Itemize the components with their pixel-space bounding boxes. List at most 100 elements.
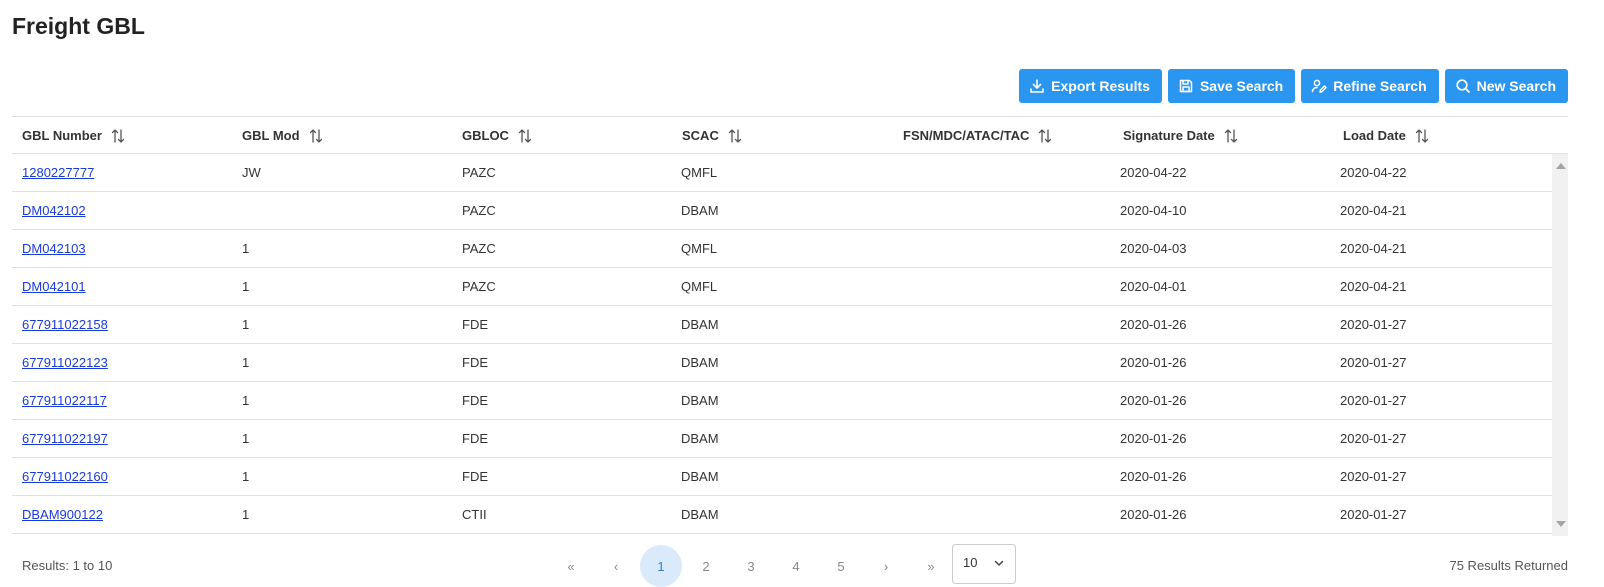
header-gbl-number[interactable]: GBL Number bbox=[22, 117, 126, 154]
toolbar: Export Results Save Search Refine Search… bbox=[1019, 69, 1568, 103]
scac-cell: QMFL bbox=[681, 241, 718, 256]
first-page-button[interactable]: « bbox=[550, 545, 592, 587]
page-size-select[interactable]: 10 bbox=[952, 544, 1016, 584]
page-size-value: 10 bbox=[963, 555, 978, 570]
sort-icon bbox=[517, 128, 533, 144]
table-footer: Results: 1 to 10 « ‹ 1 2 3 4 5 › » 10 75… bbox=[0, 540, 1604, 587]
header-load-date[interactable]: Load Date bbox=[1343, 117, 1430, 154]
signature-date-cell: 2020-04-03 bbox=[1120, 241, 1187, 256]
download-icon bbox=[1029, 78, 1045, 94]
gbl-mod-cell: 1 bbox=[242, 241, 250, 256]
gbl-mod-cell: 1 bbox=[242, 355, 250, 370]
gbl-number-link[interactable]: 677911022158 bbox=[22, 317, 108, 332]
new-search-button[interactable]: New Search bbox=[1444, 69, 1568, 103]
scac-cell: DBAM bbox=[681, 317, 719, 332]
table-row: 677911022197 1 FDE DBAM 2020-01-26 2020-… bbox=[12, 420, 1552, 458]
export-results-button[interactable]: Export Results bbox=[1019, 69, 1162, 103]
gbl-number-link[interactable]: 1280227777 bbox=[22, 165, 94, 180]
signature-date-cell: 2020-04-01 bbox=[1120, 279, 1187, 294]
vertical-scrollbar[interactable] bbox=[1552, 154, 1568, 536]
gbl-number-link[interactable]: 677911022123 bbox=[22, 355, 108, 370]
gbloc-cell: CTII bbox=[462, 507, 487, 522]
table-row: 677911022123 1 FDE DBAM 2020-01-26 2020-… bbox=[12, 344, 1552, 382]
gbloc-cell: PAZC bbox=[462, 241, 496, 256]
refine-search-button[interactable]: Refine Search bbox=[1301, 69, 1439, 103]
table-body: 1280227777 JW PAZC QMFL 2020-04-22 2020-… bbox=[12, 154, 1552, 534]
load-date-cell: 2020-04-21 bbox=[1340, 279, 1407, 294]
table-row: 1280227777 JW PAZC QMFL 2020-04-22 2020-… bbox=[12, 154, 1552, 192]
table-row: 677911022117 1 FDE DBAM 2020-01-26 2020-… bbox=[12, 382, 1552, 420]
gbloc-cell: PAZC bbox=[462, 203, 496, 218]
gbl-number-link[interactable]: 677911022197 bbox=[22, 431, 108, 446]
scac-cell: DBAM bbox=[681, 507, 719, 522]
sort-icon bbox=[727, 128, 743, 144]
gbl-number-link[interactable]: DM042102 bbox=[22, 203, 86, 218]
signature-date-cell: 2020-01-26 bbox=[1120, 317, 1187, 332]
save-search-button[interactable]: Save Search bbox=[1167, 69, 1296, 103]
load-date-cell: 2020-01-27 bbox=[1340, 507, 1407, 522]
page-title: Freight GBL bbox=[12, 13, 145, 39]
header-fsn-mdc-atac-tac[interactable]: FSN/MDC/ATAC/TAC bbox=[903, 117, 1053, 154]
load-date-cell: 2020-04-21 bbox=[1340, 203, 1407, 218]
gbl-mod-cell: 1 bbox=[242, 431, 250, 446]
gbloc-cell: FDE bbox=[462, 469, 488, 484]
gbl-mod-cell: 1 bbox=[242, 317, 250, 332]
gbloc-cell: FDE bbox=[462, 355, 488, 370]
last-page-button[interactable]: » bbox=[910, 545, 952, 587]
scroll-up-arrow-icon[interactable] bbox=[1556, 163, 1566, 169]
sort-icon bbox=[308, 128, 324, 144]
new-search-label: New Search bbox=[1476, 78, 1556, 94]
gbl-number-link[interactable]: 677911022117 bbox=[22, 393, 107, 408]
sort-icon bbox=[110, 128, 126, 144]
header-scac[interactable]: SCAC bbox=[682, 117, 743, 154]
next-page-button[interactable]: › bbox=[865, 545, 907, 587]
scac-cell: DBAM bbox=[681, 393, 719, 408]
gbloc-cell: PAZC bbox=[462, 279, 496, 294]
export-results-label: Export Results bbox=[1051, 78, 1150, 94]
scac-cell: DBAM bbox=[681, 355, 719, 370]
gbl-mod-cell: JW bbox=[242, 165, 261, 180]
scroll-down-arrow-icon[interactable] bbox=[1556, 521, 1566, 527]
gbl-number-link[interactable]: 677911022160 bbox=[22, 469, 108, 484]
load-date-cell: 2020-01-27 bbox=[1340, 355, 1407, 370]
save-icon bbox=[1178, 78, 1194, 94]
gbl-number-link[interactable]: DM042103 bbox=[22, 241, 86, 256]
refine-search-label: Refine Search bbox=[1333, 78, 1427, 94]
page-button-4[interactable]: 4 bbox=[775, 545, 817, 587]
scac-cell: DBAM bbox=[681, 469, 719, 484]
sort-icon bbox=[1223, 128, 1239, 144]
signature-date-cell: 2020-04-10 bbox=[1120, 203, 1187, 218]
gbl-number-link[interactable]: DBAM900122 bbox=[22, 507, 103, 522]
signature-date-cell: 2020-01-26 bbox=[1120, 393, 1187, 408]
chevron-down-icon bbox=[994, 560, 1004, 567]
page-button-3[interactable]: 3 bbox=[730, 545, 772, 587]
gbl-mod-cell: 1 bbox=[242, 279, 250, 294]
results-total: 75 Results Returned bbox=[1449, 558, 1568, 573]
table-row: DM042101 1 PAZC QMFL 2020-04-01 2020-04-… bbox=[12, 268, 1552, 306]
gbloc-cell: FDE bbox=[462, 393, 488, 408]
page-button-1[interactable]: 1 bbox=[640, 545, 682, 587]
gbl-mod-cell: 1 bbox=[242, 469, 250, 484]
results-table: GBL Number GBL Mod GBLOC SCAC FSN/MDC/AT… bbox=[12, 116, 1568, 534]
page-button-2[interactable]: 2 bbox=[685, 545, 727, 587]
header-gbloc[interactable]: GBLOC bbox=[462, 117, 533, 154]
results-range: Results: 1 to 10 bbox=[22, 558, 113, 573]
load-date-cell: 2020-04-22 bbox=[1340, 165, 1407, 180]
table-row: DM042102 PAZC DBAM 2020-04-10 2020-04-21 bbox=[12, 192, 1552, 230]
prev-page-button[interactable]: ‹ bbox=[595, 545, 637, 587]
page-button-5[interactable]: 5 bbox=[820, 545, 862, 587]
load-date-cell: 2020-04-21 bbox=[1340, 241, 1407, 256]
signature-date-cell: 2020-01-26 bbox=[1120, 469, 1187, 484]
signature-date-cell: 2020-01-26 bbox=[1120, 355, 1187, 370]
signature-date-cell: 2020-01-26 bbox=[1120, 507, 1187, 522]
sort-icon bbox=[1037, 128, 1053, 144]
scac-cell: DBAM bbox=[681, 431, 719, 446]
save-search-label: Save Search bbox=[1199, 78, 1284, 94]
sort-icon bbox=[1414, 128, 1430, 144]
header-signature-date[interactable]: Signature Date bbox=[1123, 117, 1239, 154]
user-edit-icon bbox=[1311, 78, 1327, 94]
load-date-cell: 2020-01-27 bbox=[1340, 469, 1407, 484]
header-gbl-mod[interactable]: GBL Mod bbox=[242, 117, 324, 154]
gbl-number-link[interactable]: DM042101 bbox=[22, 279, 86, 294]
signature-date-cell: 2020-01-26 bbox=[1120, 431, 1187, 446]
